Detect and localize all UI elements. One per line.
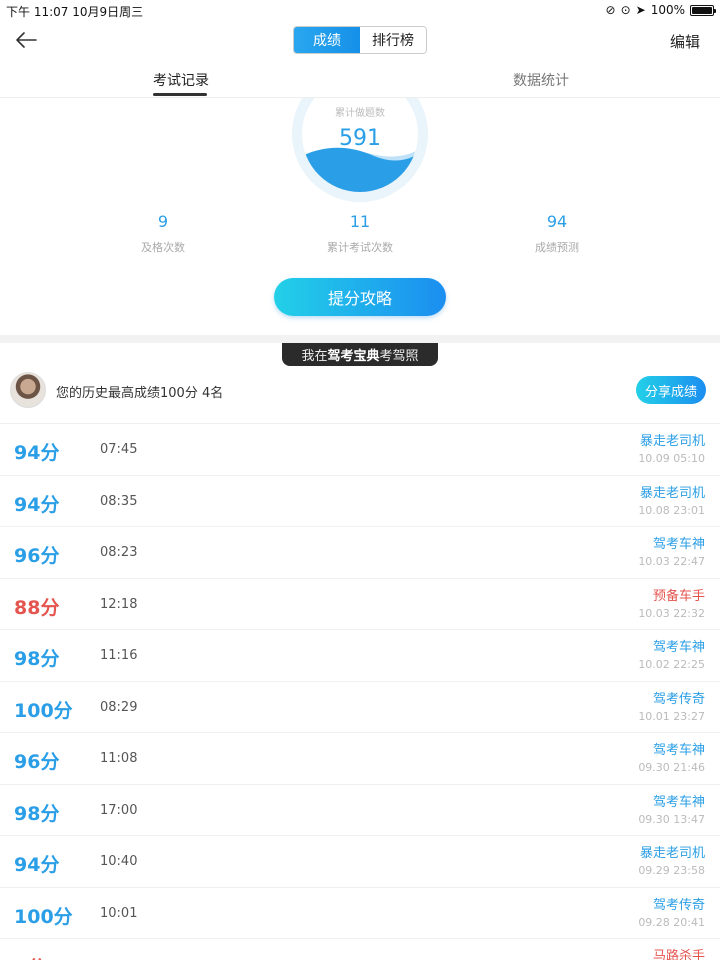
edit-button[interactable]: 编辑 bbox=[670, 31, 700, 52]
section-tabs: 考试记录 数据统计 bbox=[0, 62, 720, 98]
stat-caption: 成绩预测 bbox=[535, 241, 579, 254]
record-date: 09.30 21:46 bbox=[638, 761, 705, 774]
tab-scores[interactable]: 成绩 bbox=[294, 27, 360, 53]
record-date: 10.03 22:32 bbox=[638, 606, 705, 620]
record-score: 100分 bbox=[14, 699, 73, 722]
record-score: 98分 bbox=[14, 648, 60, 670]
record-title: 暴走老司机 bbox=[639, 485, 705, 501]
top-nav: 成绩 排行榜 编辑 bbox=[0, 24, 720, 58]
record-title: 马路杀手 bbox=[652, 949, 705, 960]
stat-score-prediction: 94 成绩预测 bbox=[497, 212, 617, 255]
record-row[interactable]: 94分 10:40 暴走老司机 09.29 23:58 bbox=[0, 836, 720, 888]
record-score: 96分 bbox=[14, 751, 60, 773]
record-duration: 12:18 bbox=[100, 596, 138, 612]
record-date: 09.29 23:58 bbox=[638, 864, 705, 877]
lock-rotation-icon: ⊙ bbox=[620, 3, 631, 17]
best-score-text: 您的历史最高成绩100分 4名 bbox=[56, 386, 224, 401]
tab-ranking[interactable]: 排行榜 bbox=[360, 27, 426, 53]
status-bar: 下午 11:07 10月9日周三 ⊘ ⊙ ➤ 100% bbox=[0, 0, 720, 20]
brand-banner: 我在 驾考宝典 考驾照 bbox=[282, 343, 438, 366]
record-score: 98分 bbox=[14, 802, 60, 825]
stat-exam-count: 11 累计考试次数 bbox=[300, 212, 420, 255]
record-title: 暴走老司机 bbox=[639, 846, 705, 861]
record-row[interactable]: 96分 08:23 驾考车神 10.03 22:47 bbox=[0, 527, 720, 579]
record-duration: 17:00 bbox=[100, 802, 138, 818]
record-duration: 10:40 bbox=[100, 854, 138, 869]
record-duration: 11:16 bbox=[100, 648, 138, 663]
exam-record-list: 94分 07:45 暴走老司机 10.09 05:10 94分 08:35 暴走老司机 10.… bbox=[0, 424, 720, 960]
banner-prefix: 我在 bbox=[301, 349, 328, 364]
tab-indicator bbox=[153, 93, 207, 96]
record-duration: 08:35 bbox=[100, 493, 138, 509]
stat-caption: 累计考试次数 bbox=[327, 241, 393, 254]
banner-brand: 驾考宝典 bbox=[327, 349, 380, 364]
back-button[interactable] bbox=[12, 26, 40, 54]
record-duration: 08:29 bbox=[100, 699, 138, 715]
stat-num: 11 bbox=[349, 212, 371, 231]
record-date: 10.08 23:01 bbox=[638, 503, 705, 517]
stat-caption: 及格次数 bbox=[141, 241, 185, 254]
record-row[interactable]: 96分 11:08 驾考车神 09.30 21:46 bbox=[0, 733, 720, 785]
arrow-left-icon bbox=[16, 32, 37, 48]
record-score: 100分 bbox=[14, 905, 73, 928]
tab-data-stats[interactable]: 数据统计 bbox=[513, 70, 569, 90]
link-icon: ⊘ bbox=[605, 3, 616, 17]
record-date: 10.03 22:47 bbox=[638, 555, 705, 568]
record-row[interactable]: 88分 12:18 预备车手 10.03 22:32 bbox=[0, 579, 720, 630]
record-title: 驾考车神 bbox=[652, 794, 705, 810]
record-row[interactable]: 98分 17:00 驾考车神 09.30 13:47 bbox=[0, 785, 720, 836]
avatar bbox=[10, 372, 46, 408]
share-score-button[interactable]: 分享成绩 bbox=[636, 376, 706, 404]
record-title: 预备车手 bbox=[652, 588, 705, 604]
record-row[interactable]: 98分 11:16 驾考车神 10.02 22:25 bbox=[0, 630, 720, 682]
battery-icon bbox=[690, 4, 716, 16]
record-title: 驾考传奇 bbox=[652, 691, 705, 707]
record-title: 暴走老司机 bbox=[639, 434, 705, 449]
record-score: 88分 bbox=[14, 596, 60, 619]
record-row[interactable]: 100分 08:29 驾考传奇 10.01 23:27 bbox=[0, 682, 720, 733]
record-date: 10.02 22:25 bbox=[638, 658, 705, 671]
segmented-control: 成绩 排行榜 bbox=[293, 26, 427, 54]
location-icon: ➤ bbox=[635, 3, 646, 17]
record-row[interactable]: 94分 08:35 暴走老司机 10.08 23:01 bbox=[0, 476, 720, 527]
battery-percent: 100% bbox=[650, 3, 685, 17]
score-tips-button[interactable]: 提分攻略 bbox=[274, 278, 446, 316]
status-right: ⊘ ⊙ ➤ 100% bbox=[605, 3, 716, 17]
record-score: 94分 bbox=[14, 442, 60, 464]
record-date: 10.09 05:10 bbox=[638, 452, 705, 465]
record-score: 8分 bbox=[14, 953, 46, 960]
record-duration: 10:01 bbox=[100, 905, 138, 921]
record-score: 96分 bbox=[14, 545, 60, 567]
record-date: 09.28 20:41 bbox=[638, 915, 705, 929]
record-duration: 07:45 bbox=[100, 442, 138, 457]
section-divider bbox=[0, 335, 720, 343]
best-score-row: 您的历史最高成绩100分 4名 分享成绩 bbox=[0, 368, 720, 424]
record-title: 驾考车神 bbox=[652, 640, 705, 655]
record-row[interactable]: 100分 10:01 驾考传奇 09.28 20:41 bbox=[0, 888, 720, 939]
record-title: 驾考传奇 bbox=[652, 897, 705, 913]
record-title: 驾考车神 bbox=[652, 537, 705, 552]
record-row[interactable]: 94分 07:45 暴走老司机 10.09 05:10 bbox=[0, 424, 720, 476]
stat-num: 9 bbox=[157, 212, 169, 231]
record-date: 09.30 13:47 bbox=[638, 812, 705, 826]
banner-suffix: 考驾照 bbox=[379, 349, 419, 364]
stat-pass-count: 9 及格次数 bbox=[103, 212, 223, 255]
record-row[interactable]: 8分 马路杀手 bbox=[0, 939, 720, 960]
record-duration: 11:08 bbox=[100, 751, 138, 766]
record-title: 驾考车神 bbox=[652, 743, 705, 758]
tab-exam-records[interactable]: 考试记录 bbox=[153, 70, 209, 90]
record-score: 94分 bbox=[14, 854, 60, 876]
status-time-date: 下午 11:07 10月9日周三 bbox=[6, 5, 144, 19]
record-date: 10.01 23:27 bbox=[638, 709, 705, 723]
stat-num: 94 bbox=[546, 212, 568, 231]
record-score: 94分 bbox=[14, 493, 60, 516]
record-duration: 08:23 bbox=[100, 545, 138, 560]
